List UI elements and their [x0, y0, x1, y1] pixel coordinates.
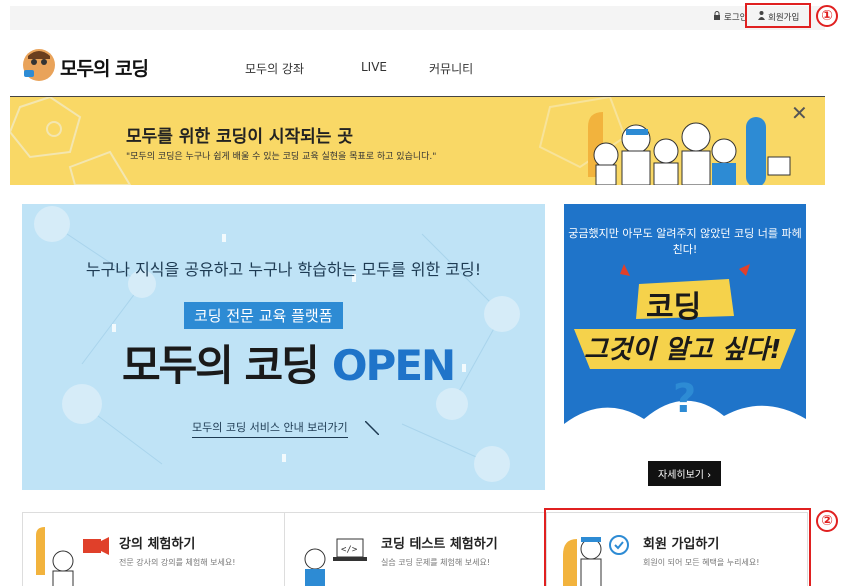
- logo-text: 모두의 코딩: [60, 57, 149, 80]
- details-button[interactable]: 자세히보기 ›: [648, 461, 722, 486]
- banner-title: 모두를 위한 코딩이 시작되는 곳: [126, 127, 353, 147]
- highlight-box-signup: [745, 3, 811, 28]
- hero-headline: 모두의 코딩 OPEN: [122, 332, 456, 393]
- card-coding-test-trial[interactable]: </> 코딩 테스트 체험하기 실습 코딩 문제를 체험해 보세요!: [285, 513, 546, 586]
- svg-text:</>: </>: [341, 545, 358, 555]
- side-promo-card[interactable]: 궁금했지만 아무도 알려주지 않았던 코딩 너를 파헤친다! ? 코딩 그것이 …: [564, 204, 806, 492]
- notice-banner: 모두를 위한 코딩이 시작되는 곳 "모두의 코딩은 누구나 쉽게 배울 수 있…: [10, 97, 825, 185]
- svg-text:?: ?: [673, 376, 696, 422]
- card-description: 전문 강사의 강의를 체험해 보세요!: [119, 558, 236, 567]
- hero-tagline: 누구나 지식을 공유하고 누구나 학습하는 모두를 위한 코딩!: [85, 260, 482, 279]
- card-title: 코딩 테스트 체험하기: [381, 537, 498, 552]
- side-promo-word-coding: 코딩: [646, 290, 702, 325]
- card-title: 강의 체험하기: [119, 537, 196, 552]
- hero-headline-open: OPEN: [331, 341, 456, 390]
- hero-headline-brand: 모두의 코딩: [122, 341, 320, 390]
- coding-laptop-icon: </>: [293, 525, 373, 586]
- hero-badge: 코딩 전문 교육 플랫폼: [184, 302, 343, 329]
- card-description: 실습 코딩 문제를 체험해 보세요!: [381, 558, 491, 567]
- logo-mascot-icon: [22, 48, 56, 86]
- marker-1: ①: [816, 5, 838, 27]
- banner-close-button[interactable]: ✕: [791, 103, 808, 123]
- side-promo-question: 그것이 알고 싶다!: [584, 335, 782, 365]
- lecture-video-icon: [31, 525, 111, 586]
- nav-courses[interactable]: 모두의 강좌: [245, 60, 304, 77]
- top-utility-bar: [10, 6, 825, 30]
- coder-characters-illustration-icon: [568, 107, 793, 185]
- site-logo[interactable]: 모두의 코딩: [22, 48, 149, 86]
- lock-icon: [713, 11, 721, 23]
- nav-community[interactable]: 커뮤니티: [429, 60, 473, 77]
- banner-subtitle: "모두의 코딩은 누구나 쉽게 배울 수 있는 코딩 교육 실현을 목표로 하고…: [126, 152, 437, 162]
- nav-live[interactable]: LIVE: [361, 60, 387, 74]
- login-link[interactable]: 로그인: [713, 11, 747, 23]
- login-label: 로그인: [724, 13, 748, 23]
- highlight-box-signup-card: [544, 508, 811, 586]
- hero-banner[interactable]: 누구나 지식을 공유하고 누구나 학습하는 모두를 위한 코딩! 코딩 전문 교…: [22, 204, 545, 490]
- hero-service-guide-link[interactable]: 모두의 코딩 서비스 안내 보러가기: [192, 419, 348, 438]
- marker-2: ②: [816, 510, 838, 532]
- arrow-diagonal-icon: [364, 420, 380, 439]
- card-lecture-trial[interactable]: 강의 체험하기 전문 강사의 강의를 체험해 보세요!: [23, 513, 284, 586]
